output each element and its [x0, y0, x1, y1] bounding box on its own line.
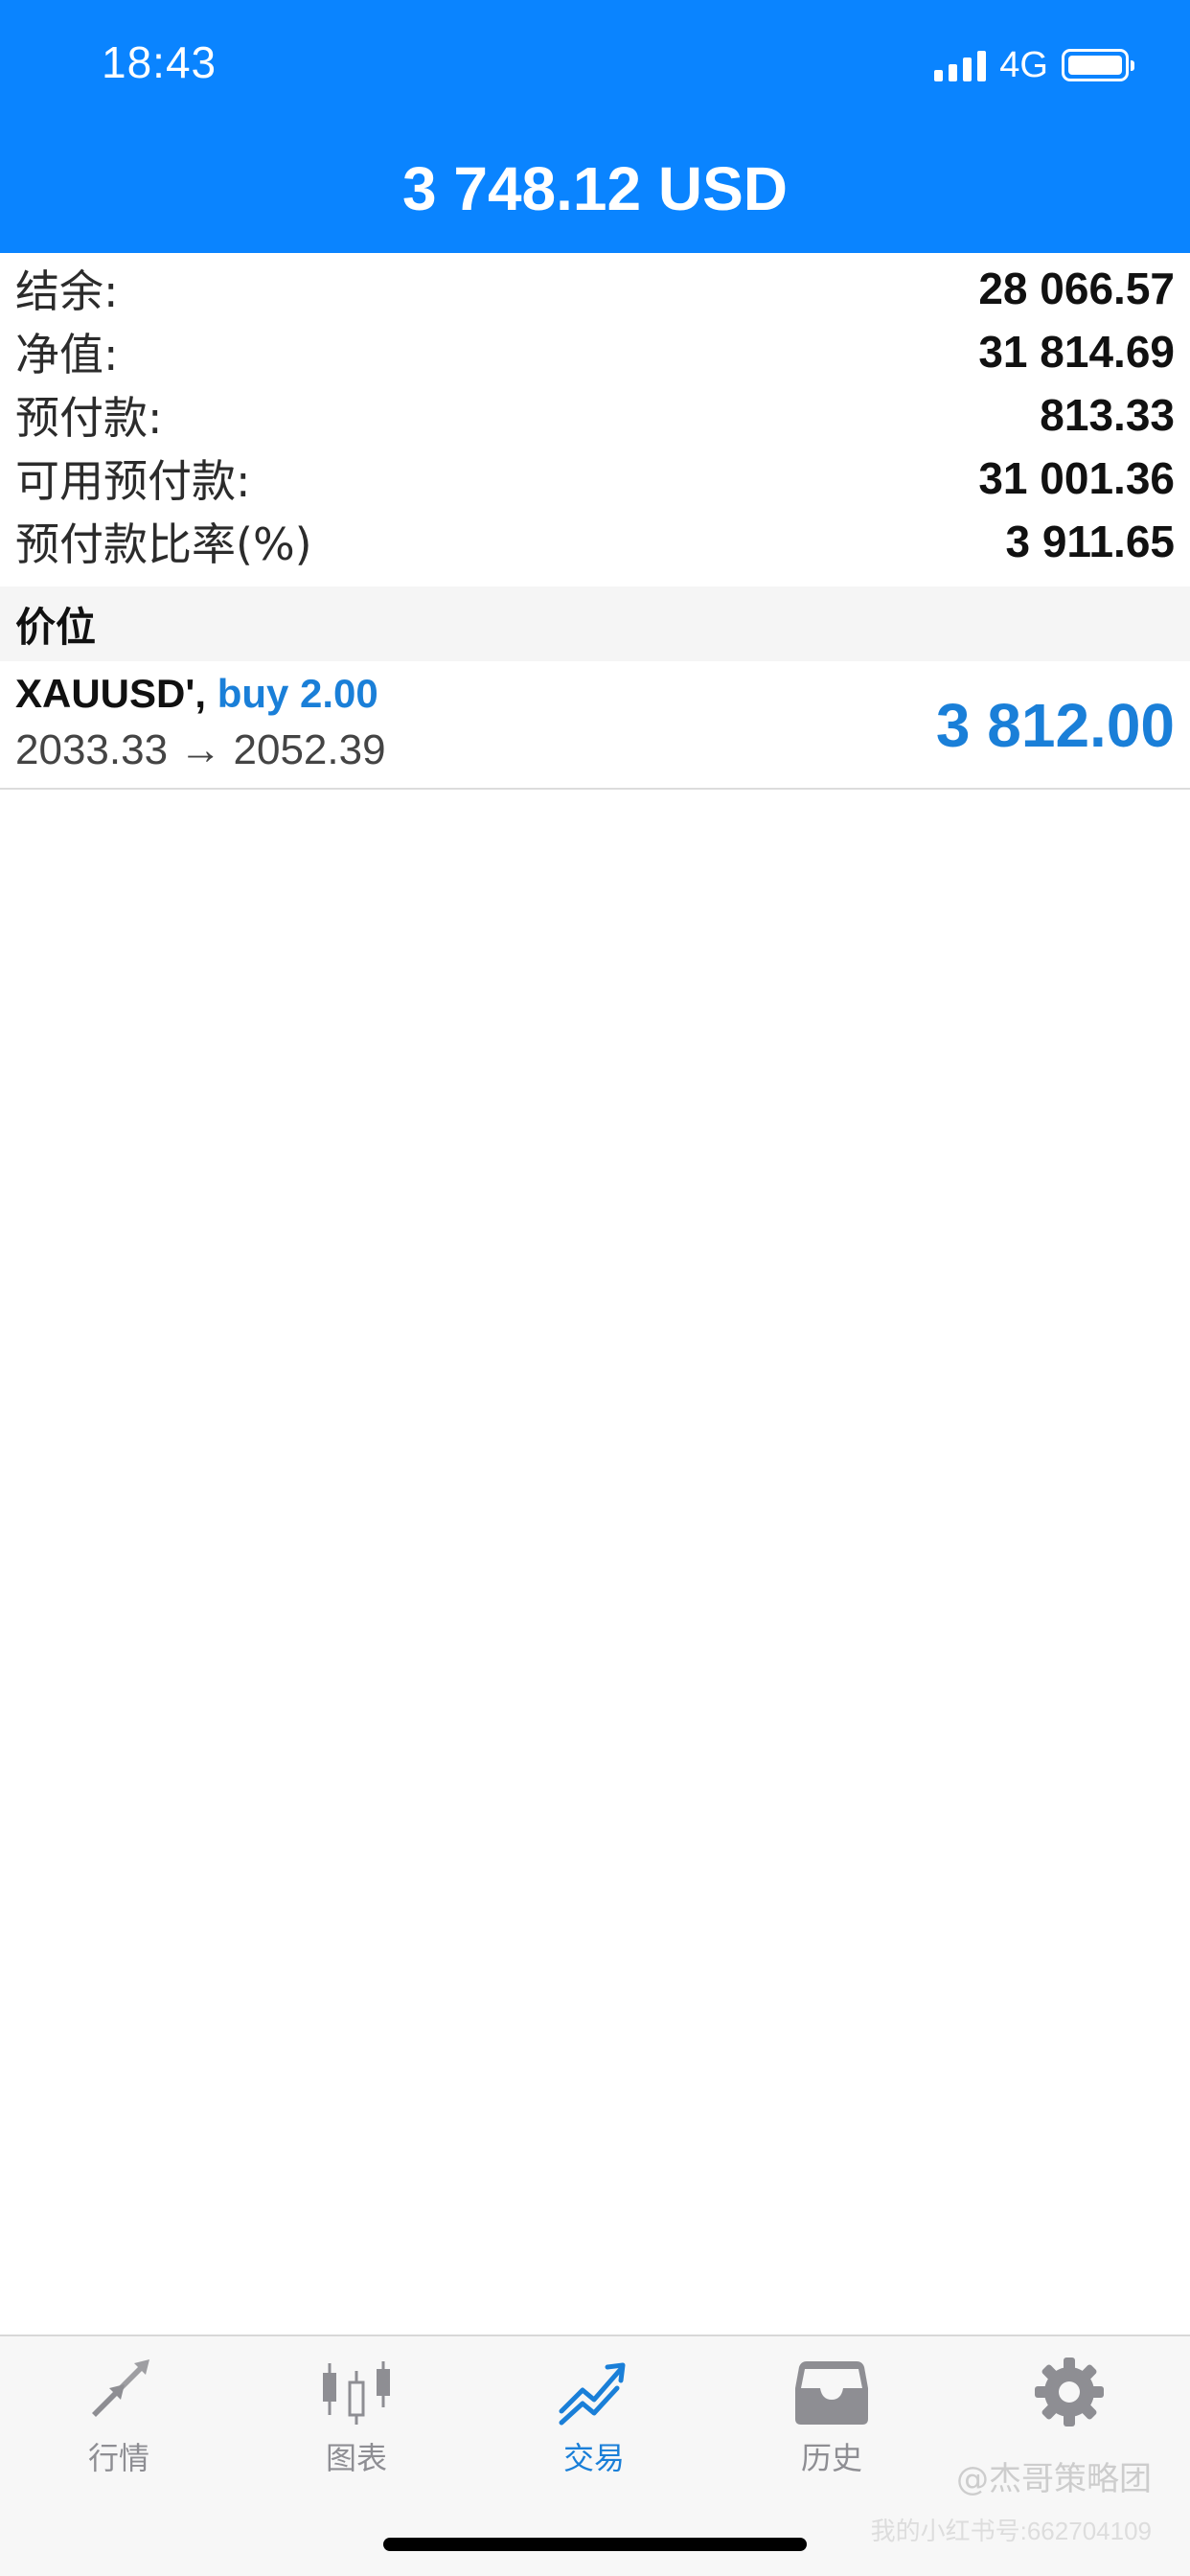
tab-history[interactable]: 历史 — [736, 2356, 927, 2478]
tab-label: 图表 — [325, 2440, 387, 2476]
battery-icon — [1062, 49, 1134, 81]
summary-row-margin: 预付款: 813.33 — [0, 383, 1190, 447]
watermark-id: 我的小红书号:662704109 — [870, 2517, 1152, 2545]
summary-label: 结余: — [15, 265, 119, 317]
candlestick-chart-icon — [323, 2361, 390, 2425]
summary-row-free-margin: 可用预付款: 31 001.36 — [0, 447, 1190, 510]
position-row[interactable]: XAUUSD', buy 2.00 2033.33 → 2052.39 3 81… — [0, 661, 1190, 790]
watermark-brand: @杰哥策略团 — [956, 2460, 1152, 2498]
tab-quotes[interactable]: 行情 — [23, 2356, 215, 2478]
account-summary: 结余: 28 066.57 净值: 31 814.69 预付款: 813.33 … — [0, 257, 1190, 573]
quotes-arrows-icon — [92, 2359, 149, 2417]
status-time: 18:43 — [102, 37, 217, 87]
network-label: 4G — [999, 44, 1048, 85]
summary-value: 3 911.65 — [1005, 517, 1175, 566]
position-symbol: XAUUSD', buy 2.00 — [15, 671, 378, 717]
position-symbol-name: XAUUSD', — [15, 671, 207, 716]
summary-row-balance: 结余: 28 066.57 — [0, 257, 1190, 320]
summary-label: 净值: — [15, 329, 119, 380]
summary-row-margin-level: 预付款比率(%) 3 911.65 — [0, 510, 1190, 573]
positions-section-header: 价位 — [0, 586, 1190, 661]
tab-label: 交易 — [562, 2440, 625, 2476]
history-inbox-icon — [795, 2361, 868, 2425]
tab-charts[interactable]: 图表 — [261, 2356, 452, 2478]
position-prices: 2033.33 → 2052.39 — [15, 726, 386, 773]
position-side: buy 2.00 — [217, 671, 378, 716]
tab-trade[interactable]: 交易 — [498, 2356, 690, 2478]
trade-screen: 18:43 4G 3 748.12 USD 结余: 28 066.57 净值: … — [0, 0, 1190, 2576]
summary-value: 31 814.69 — [978, 327, 1175, 377]
header-bar: 18:43 4G 3 748.12 USD — [0, 0, 1190, 253]
home-indicator[interactable] — [383, 2538, 807, 2551]
profit-total-title: 3 748.12 USD — [401, 154, 789, 223]
tab-label: 历史 — [800, 2440, 862, 2476]
status-indicators: 4G — [934, 44, 1134, 85]
summary-value: 28 066.57 — [978, 264, 1175, 313]
summary-label: 可用预付款: — [15, 455, 251, 507]
tab-label: 行情 — [87, 2440, 149, 2476]
tab-settings[interactable] — [973, 2356, 1165, 2434]
summary-value: 31 001.36 — [978, 453, 1175, 503]
position-profit: 3 812.00 — [935, 691, 1175, 760]
summary-label: 预付款: — [15, 392, 163, 444]
summary-label: 预付款比率(%) — [15, 518, 312, 570]
summary-row-equity: 净值: 31 814.69 — [0, 320, 1190, 383]
signal-icon — [934, 49, 987, 81]
trade-chart-icon — [559, 2362, 626, 2426]
summary-value: 813.33 — [1040, 390, 1175, 440]
settings-gear-icon — [1035, 2358, 1104, 2426]
